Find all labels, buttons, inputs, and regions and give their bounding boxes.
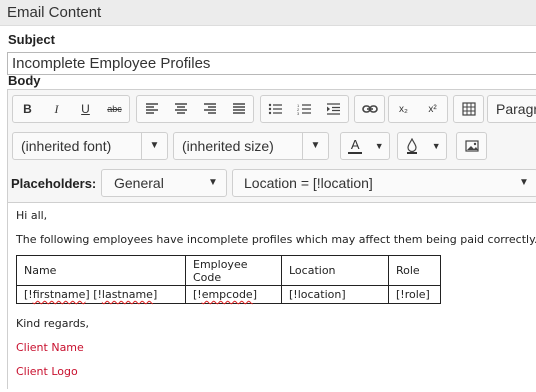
background-color-group[interactable]: ▼: [397, 132, 447, 160]
align-justify-icon[interactable]: [224, 96, 253, 122]
font-size-label: (inherited size): [182, 138, 274, 154]
font-color-group[interactable]: A ▼: [340, 132, 390, 160]
paragraph-format-select[interactable]: Paragr: [487, 95, 536, 123]
table-header-code: Employee Code: [185, 255, 282, 286]
editor-content[interactable]: Hi all, The following employees have inc…: [8, 202, 536, 392]
image-group: [456, 132, 487, 160]
image-icon[interactable]: [457, 133, 486, 159]
greeting-text: Hi all,: [16, 209, 48, 222]
link-icon[interactable]: [355, 96, 384, 122]
placeholder-category-label: General: [114, 175, 164, 191]
align-center-icon[interactable]: [166, 96, 195, 122]
table-header-name: Name: [16, 255, 186, 286]
table-cell-name: [!firstname] [!lastname]: [16, 285, 186, 304]
script-group: x₂ x²: [388, 95, 448, 123]
client-name-text: Client Name: [16, 341, 84, 354]
list-group: 123: [260, 95, 349, 123]
subject-input[interactable]: [7, 52, 536, 75]
client-logo-text: Client Logo: [16, 365, 78, 378]
placeholders-label: Placeholders:: [11, 176, 97, 191]
chevron-down-icon[interactable]: ▼: [369, 133, 389, 159]
align-left-icon[interactable]: [137, 96, 166, 122]
table-header-role: Role: [388, 255, 441, 286]
placeholder-value-label: Location = [!location]: [244, 175, 373, 191]
signoff-text: Kind regards,: [16, 317, 90, 330]
subject-label: Subject: [8, 32, 55, 47]
body-label: Body: [8, 73, 41, 88]
italic-button[interactable]: I: [42, 96, 71, 122]
highlight-color-icon[interactable]: [398, 133, 426, 159]
chevron-down-icon: ▼: [141, 133, 167, 159]
chevron-down-icon[interactable]: ▼: [426, 133, 446, 159]
rich-text-editor: B I U abc 123 x₂ x² Paragr (inherited fo…: [7, 89, 536, 392]
align-right-icon[interactable]: [195, 96, 224, 122]
section-header: Email Content: [0, 0, 536, 26]
link-group: [354, 95, 385, 123]
table-header-location: Location: [281, 255, 389, 286]
text-style-group: B I U abc: [12, 95, 130, 123]
table-icon[interactable]: [454, 96, 483, 122]
chevron-down-icon: ▼: [208, 177, 218, 188]
bullet-list-icon[interactable]: [261, 96, 290, 122]
svg-text:3: 3: [297, 111, 300, 115]
table-cell-code: [!empcode]: [185, 285, 282, 304]
numbered-list-icon[interactable]: 123: [290, 96, 319, 122]
subscript-button[interactable]: x₂: [389, 96, 418, 122]
paragraph-format-label: Paragr: [496, 101, 536, 117]
font-family-select[interactable]: (inherited font) ▼: [12, 132, 168, 160]
alignment-group: [136, 95, 254, 123]
underline-button[interactable]: U: [71, 96, 100, 122]
table-cell-role: [!role]: [388, 285, 441, 304]
bold-button[interactable]: B: [13, 96, 42, 122]
table-group: [453, 95, 484, 123]
superscript-button[interactable]: x²: [418, 96, 447, 122]
intro-text: The following employees have incomplete …: [16, 233, 536, 246]
placeholder-value-select[interactable]: Location = [!location] ▼: [232, 169, 536, 197]
table-cell-location: [!location]: [281, 285, 389, 304]
strikethrough-button[interactable]: abc: [100, 96, 129, 122]
chevron-down-icon: ▼: [302, 133, 328, 159]
placeholder-category-select[interactable]: General ▼: [101, 169, 227, 197]
employee-table: Name Employee Code Location Role [!first…: [16, 255, 441, 304]
font-family-label: (inherited font): [21, 138, 112, 154]
indent-icon[interactable]: [319, 96, 348, 122]
chevron-down-icon: ▼: [519, 177, 529, 188]
font-size-select[interactable]: (inherited size) ▼: [173, 132, 329, 160]
font-color-icon[interactable]: A: [341, 133, 369, 159]
